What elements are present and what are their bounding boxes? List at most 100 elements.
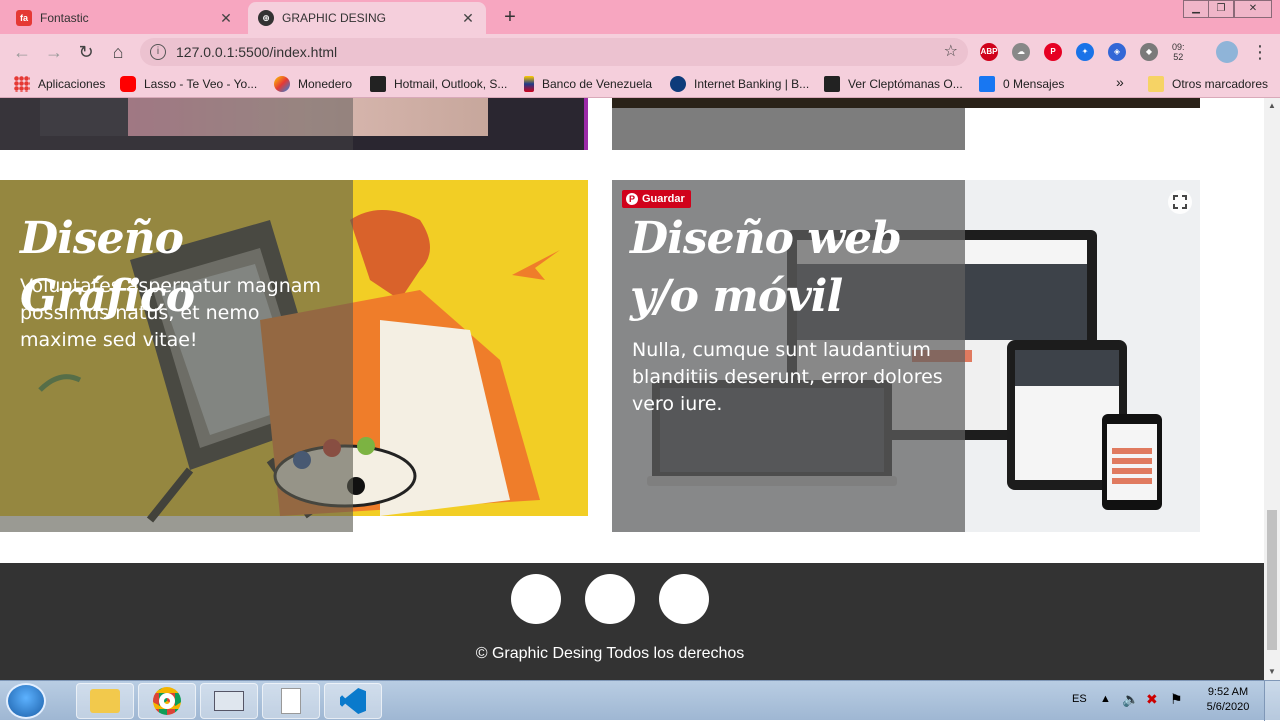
pinterest-save-button[interactable]: P Guardar — [622, 190, 691, 208]
adblock-plus-icon[interactable]: ABP — [980, 43, 998, 61]
bookmark-label: Lasso - Te Veo - Yo... — [144, 77, 258, 91]
tab-graphic-desing[interactable]: ⊕ GRAPHIC DESING ✕ — [248, 2, 486, 34]
menu-icon[interactable]: ⋮ — [1248, 40, 1272, 64]
home-button[interactable]: ⌂ — [106, 40, 130, 64]
bookmark-label: Aplicaciones — [38, 77, 106, 91]
pinterest-icon[interactable]: P — [1044, 43, 1062, 61]
bookmark-hotmail[interactable]: Hotmail, Outlook, S... — [370, 76, 507, 92]
site-footer: © Graphic Desing Todos los derechos — [0, 563, 1264, 680]
hotmail-icon — [370, 76, 386, 92]
taskbar-notepad[interactable] — [262, 683, 320, 719]
social-link-3[interactable] — [659, 574, 709, 624]
bookmarks-bar: Aplicaciones Lasso - Te Veo - Yo... Mone… — [0, 70, 1280, 98]
bookmark-label: Hotmail, Outlook, S... — [394, 77, 508, 91]
copyright-text: © Graphic Desing Todos los derechos — [475, 645, 745, 662]
bookmark-monedero[interactable]: Monedero — [274, 76, 352, 92]
start-button[interactable] — [6, 683, 46, 719]
bookmark-banco-venezuela[interactable]: Banco de Venezuela — [524, 76, 652, 92]
tab-title: GRAPHIC DESING — [282, 11, 387, 25]
card-diseno-grafico[interactable]: Diseño Gráfico Voluptates aspernatur mag… — [0, 180, 588, 532]
bookmark-label: 0 Mensajes — [1003, 77, 1065, 91]
tab-title: Fontastic — [40, 11, 89, 25]
taskbar-chrome[interactable] — [138, 683, 196, 719]
card-top-right — [612, 98, 1200, 150]
bank-icon — [524, 76, 534, 92]
page-viewport: Diseño Gráfico Voluptates aspernatur mag… — [0, 98, 1264, 680]
taskbar-explorer[interactable] — [76, 683, 134, 719]
bookmark-lasso[interactable]: Lasso - Te Veo - Yo... — [120, 76, 257, 92]
folder-icon — [90, 689, 120, 713]
page-scrollbar[interactable]: ▲ ▼ — [1264, 98, 1280, 680]
card-top-left — [0, 98, 588, 150]
windows-taskbar: ES ▲ 🔈 ✖ ⚑ 9:52 AM 5/6/2020 — [0, 680, 1280, 721]
vscode-icon — [340, 688, 366, 714]
bookmark-label: Monedero — [298, 77, 353, 91]
scroll-up-arrow-icon[interactable]: ▲ — [1264, 98, 1280, 114]
social-link-1[interactable] — [511, 574, 561, 624]
site-info-icon[interactable]: i — [150, 44, 166, 60]
close-window-button[interactable]: ✕ — [1234, 0, 1272, 18]
keyboard-icon — [214, 691, 244, 711]
scrollbar-thumb[interactable] — [1267, 510, 1277, 650]
reload-button[interactable]: ↻ — [74, 40, 98, 64]
bookmark-cleptomanas[interactable]: Ver Cleptómanas O... — [824, 76, 963, 92]
language-indicator[interactable]: ES — [1072, 693, 1087, 705]
new-tab-button[interactable]: + — [498, 5, 522, 29]
volume-icon[interactable]: 🔈 — [1122, 691, 1139, 708]
minimize-window-button[interactable]: ▁ — [1183, 0, 1209, 18]
cloud-download-icon[interactable]: ☁ — [1012, 43, 1030, 61]
shield-icon[interactable]: ◈ — [1108, 43, 1126, 61]
bookmark-star-icon[interactable]: ☆ — [944, 41, 958, 61]
card-diseno-web[interactable]: P Guardar Diseño web y/o móvil Nulla, cu… — [612, 180, 1200, 532]
card-overlay — [0, 98, 353, 150]
bookmarks-overflow-button[interactable]: » — [1116, 74, 1124, 90]
bookmark-internet-banking[interactable]: Internet Banking | B... — [670, 76, 809, 92]
back-button[interactable]: ← — [10, 40, 34, 64]
taskbar-keyboard-app[interactable] — [200, 683, 258, 719]
taskbar-vscode[interactable] — [324, 683, 382, 719]
artwork-fragment — [584, 98, 588, 150]
bookmark-facebook[interactable]: 0 Mensajes — [979, 76, 1064, 92]
fontastic-icon: fa — [16, 10, 32, 26]
chrome-icon — [153, 687, 181, 715]
apps-grid-icon — [14, 76, 30, 92]
clock-extension-hour: 09: — [1172, 42, 1185, 52]
clock-extension[interactable]: 09: 52 — [1172, 42, 1185, 62]
clapper-icon — [824, 76, 840, 92]
show-hidden-icons-icon[interactable]: ▲ — [1100, 693, 1111, 705]
globe-icon: ⊕ — [258, 10, 274, 26]
clock-date: 5/6/2020 — [1206, 701, 1250, 713]
card-title: Diseño web y/o móvil — [630, 213, 902, 322]
clock[interactable]: 9:52 AM 5/6/2020 — [1200, 686, 1256, 713]
social-link-2[interactable] — [585, 574, 635, 624]
fullscreen-icon[interactable] — [1168, 190, 1192, 214]
pinterest-icon: P — [626, 193, 638, 205]
document-icon — [281, 688, 301, 714]
bookmark-label: Ver Cleptómanas O... — [848, 77, 963, 91]
extension-icon[interactable]: ◆ — [1140, 43, 1158, 61]
card-text: Voluptates aspernatur magnam possimus na… — [20, 275, 321, 351]
tab-close-icon[interactable]: ✕ — [460, 10, 476, 27]
tab-close-icon[interactable]: ✕ — [218, 10, 234, 27]
scroll-down-arrow-icon[interactable]: ▼ — [1264, 664, 1280, 680]
puzzle-extension-icon[interactable]: ✦ — [1076, 43, 1094, 61]
bookmark-label: Internet Banking | B... — [694, 77, 810, 91]
browser-toolbar: ← → ↻ ⌂ i 127.0.0.1:5500/index.html ☆ AB… — [0, 34, 1280, 70]
pin-label: Guardar — [642, 193, 685, 205]
youtube-icon — [120, 76, 136, 92]
tab-fontastic[interactable]: fa Fontastic ✕ — [6, 2, 244, 34]
bookmark-aplicaciones[interactable]: Aplicaciones — [14, 76, 105, 92]
action-center-icon[interactable]: ⚑ — [1170, 691, 1183, 708]
profile-avatar[interactable] — [1216, 41, 1238, 63]
address-bar[interactable]: i 127.0.0.1:5500/index.html ☆ — [140, 38, 968, 66]
network-error-icon[interactable]: ✖ — [1146, 691, 1158, 708]
other-bookmarks-folder[interactable]: Otros marcadores — [1148, 76, 1268, 92]
artwork-fragment — [612, 98, 1200, 108]
tab-strip: fa Fontastic ✕ ⊕ GRAPHIC DESING ✕ + ▁ ❐ … — [0, 0, 1280, 34]
url-text: 127.0.0.1:5500/index.html — [176, 44, 338, 60]
clock-extension-minute: 52 — [1173, 52, 1184, 62]
show-desktop-button[interactable] — [1264, 681, 1280, 721]
restore-window-button[interactable]: ❐ — [1208, 0, 1234, 18]
forward-button[interactable]: → — [42, 40, 66, 64]
internet-banking-icon — [670, 76, 686, 92]
